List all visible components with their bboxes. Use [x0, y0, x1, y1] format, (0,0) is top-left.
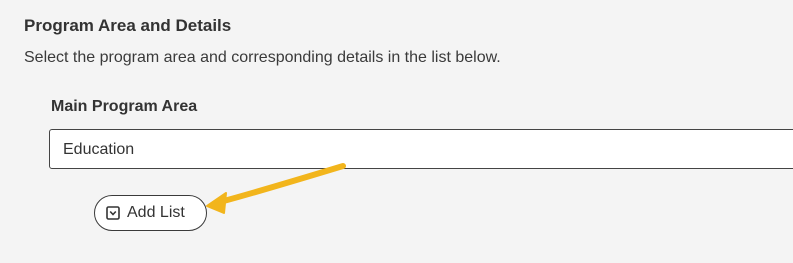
main-program-area-label: Main Program Area — [51, 98, 198, 115]
main-program-area-select[interactable]: Education — [49, 129, 793, 169]
selected-program-area: Education — [63, 141, 135, 158]
list-box-icon — [106, 206, 120, 220]
section-title: Program Area and Details — [24, 16, 232, 35]
add-list-label: Add List — [127, 204, 185, 221]
program-area-page: Program Area and Details Select the prog… — [0, 0, 793, 263]
add-list-button[interactable]: Add List — [94, 195, 207, 231]
section-description: Select the program area and correspondin… — [24, 49, 501, 66]
